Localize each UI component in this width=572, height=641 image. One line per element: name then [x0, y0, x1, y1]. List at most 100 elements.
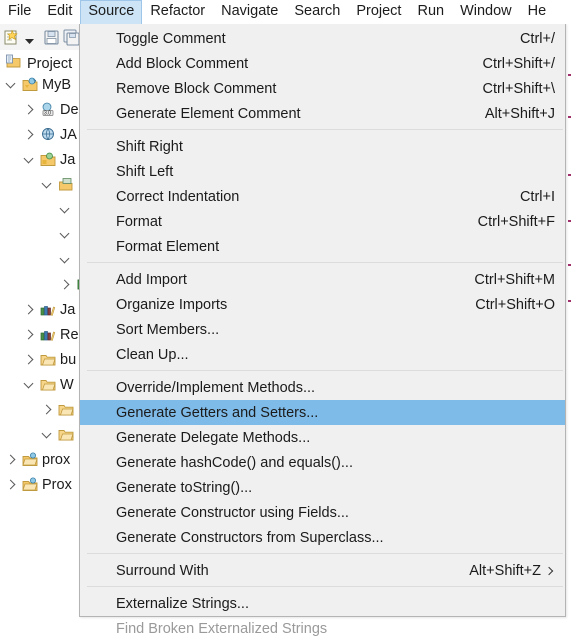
- menu-item-label: Clean Up...: [116, 346, 189, 363]
- menu-item-externalize-strings[interactable]: Externalize Strings...: [80, 591, 565, 616]
- menu-item-label: Generate hashCode() and equals()...: [116, 454, 353, 471]
- menubar-item-file[interactable]: File: [0, 0, 39, 24]
- dropdown-arrow-icon[interactable]: [24, 33, 35, 51]
- menubar-item-source[interactable]: Source: [80, 0, 143, 24]
- tree-item[interactable]: Ja: [24, 147, 75, 172]
- menu-item-shortcut: Alt+Shift+J: [484, 105, 555, 122]
- folder-icon: [40, 377, 56, 392]
- menu-item-format-element[interactable]: Format Element: [80, 234, 565, 259]
- menu-item-shortcut: Ctrl+Shift+F: [477, 213, 555, 230]
- menu-item-surround-with[interactable]: Surround With Alt+Shift+Z: [80, 558, 565, 583]
- menu-item-label: Generate Getters and Setters...: [116, 404, 319, 421]
- menubar-item-edit[interactable]: Edit: [39, 0, 80, 24]
- jre-library-icon: 3.0: [40, 102, 56, 117]
- menu-item-organize-imports[interactable]: Organize Imports Ctrl+Shift+O: [80, 292, 565, 317]
- chevron-down-icon[interactable]: [24, 154, 36, 166]
- source-folder-icon: [40, 152, 56, 167]
- tree-item-label: MyB: [42, 76, 71, 93]
- chevron-down-icon[interactable]: [60, 254, 72, 266]
- menu-item-label: Add Import: [116, 271, 187, 288]
- folder-icon: [40, 352, 56, 367]
- menu-item-shift-left[interactable]: Shift Left: [80, 159, 565, 184]
- menu-item-sort-members[interactable]: Sort Members...: [80, 317, 565, 342]
- tree-item[interactable]: Ja: [24, 297, 75, 322]
- menu-item-label: Format Element: [116, 238, 220, 255]
- editor-edge-sliver: [566, 24, 572, 619]
- menubar-item-navigate[interactable]: Navigate: [213, 0, 286, 24]
- menu-item-generate-tostring[interactable]: Generate toString()...: [80, 475, 565, 500]
- menu-item-remove-block-comment[interactable]: Remove Block Comment Ctrl+Shift+\: [80, 76, 565, 101]
- tree-item[interactable]: MyB: [6, 72, 71, 97]
- folder-icon: [58, 402, 74, 417]
- chevron-right-icon[interactable]: [6, 454, 18, 466]
- save-all-icon[interactable]: [63, 29, 80, 51]
- menu-item-shift-right[interactable]: Shift Right: [80, 134, 565, 159]
- menubar-item-project[interactable]: Project: [348, 0, 409, 24]
- source-dropdown-menu[interactable]: Toggle Comment Ctrl+/ Add Block Comment Ctr…: [79, 23, 566, 637]
- chevron-right-icon[interactable]: [42, 404, 54, 416]
- tree-item[interactable]: [60, 247, 76, 272]
- menu-item-label: Override/Implement Methods...: [116, 379, 316, 396]
- editor-marker: [568, 264, 571, 266]
- tree-item[interactable]: [60, 222, 76, 247]
- chevron-right-icon[interactable]: [6, 479, 18, 491]
- chevron-right-icon[interactable]: [24, 304, 36, 316]
- menubar-item-window[interactable]: Window: [452, 0, 520, 24]
- tree-item[interactable]: W: [24, 372, 74, 397]
- menu-item-generate-element-comment[interactable]: Generate Element Comment Alt+Shift+J: [80, 101, 565, 126]
- editor-marker: [568, 74, 571, 76]
- menubar-item-run[interactable]: Run: [409, 0, 452, 24]
- chevron-down-icon[interactable]: [60, 204, 72, 216]
- menu-item-generate-hashcode-and-equals[interactable]: Generate hashCode() and equals()...: [80, 450, 565, 475]
- menu-item-label: Sort Members...: [116, 321, 220, 338]
- chevron-down-icon[interactable]: [24, 379, 36, 391]
- tree-item[interactable]: [42, 397, 78, 422]
- chevron-right-icon[interactable]: [24, 354, 36, 366]
- chevron-right-icon[interactable]: [24, 129, 36, 141]
- menu-item-generate-constructors-from-superclass[interactable]: Generate Constructors from Superclass...: [80, 525, 565, 550]
- chevron-right-icon[interactable]: [60, 279, 72, 291]
- menu-separator: [80, 583, 565, 591]
- tree-item[interactable]: 3.0 De: [24, 97, 79, 122]
- menubar-item-he[interactable]: He: [520, 0, 555, 24]
- menu-item-correct-indentation[interactable]: Correct Indentation Ctrl+I: [80, 184, 565, 209]
- menu-item-add-import[interactable]: Add Import Ctrl+Shift+M: [80, 267, 565, 292]
- tree-item[interactable]: Prox: [6, 472, 72, 497]
- submenu-arrow-icon: [546, 565, 555, 577]
- new-file-icon[interactable]: [3, 29, 20, 51]
- menu-item-shortcut: Ctrl+/: [519, 30, 555, 47]
- menu-item-label: Externalize Strings...: [116, 595, 249, 612]
- tree-item[interactable]: [60, 197, 76, 222]
- menu-item-generate-constructor-using-fields[interactable]: Generate Constructor using Fields...: [80, 500, 565, 525]
- save-icon[interactable]: [43, 29, 60, 51]
- menu-item-generate-delegate-methods[interactable]: Generate Delegate Methods...: [80, 425, 565, 450]
- project-explorer-title: Project: [6, 54, 72, 73]
- menu-item-add-block-comment[interactable]: Add Block Comment Ctrl+Shift+/: [80, 51, 565, 76]
- menu-item-override-implement-methods[interactable]: Override/Implement Methods...: [80, 375, 565, 400]
- menu-bar[interactable]: File Edit Source Refactor Navigate Search Proj…: [0, 0, 572, 24]
- chevron-right-icon[interactable]: [24, 329, 36, 341]
- tree-item[interactable]: prox: [6, 447, 70, 472]
- tree-item[interactable]: [42, 422, 78, 447]
- chevron-down-icon[interactable]: [42, 429, 54, 441]
- tree-item[interactable]: bu: [24, 347, 76, 372]
- chevron-down-icon[interactable]: [6, 79, 18, 91]
- menu-item-clean-up[interactable]: Clean Up...: [80, 342, 565, 367]
- tree-item[interactable]: JA: [24, 122, 77, 147]
- menu-item-label: Surround With: [116, 562, 209, 579]
- menu-item-shortcut: Ctrl+Shift+\: [482, 80, 555, 97]
- chevron-down-icon[interactable]: [60, 229, 72, 241]
- tree-item-label: Re: [60, 326, 79, 343]
- tree-item[interactable]: [42, 172, 78, 197]
- menu-item-format[interactable]: Format Ctrl+Shift+F: [80, 209, 565, 234]
- tree-item[interactable]: Re: [24, 322, 79, 347]
- menubar-item-refactor[interactable]: Refactor: [142, 0, 213, 24]
- editor-marker: [568, 300, 571, 302]
- menubar-item-search[interactable]: Search: [286, 0, 348, 24]
- menu-item-generate-getters-and-setters[interactable]: Generate Getters and Setters...: [80, 400, 565, 425]
- editor-marker: [568, 220, 571, 222]
- menu-item-toggle-comment[interactable]: Toggle Comment Ctrl+/: [80, 26, 565, 51]
- project-explorer-icon: [6, 54, 22, 73]
- chevron-right-icon[interactable]: [24, 104, 36, 116]
- chevron-down-icon[interactable]: [42, 179, 54, 191]
